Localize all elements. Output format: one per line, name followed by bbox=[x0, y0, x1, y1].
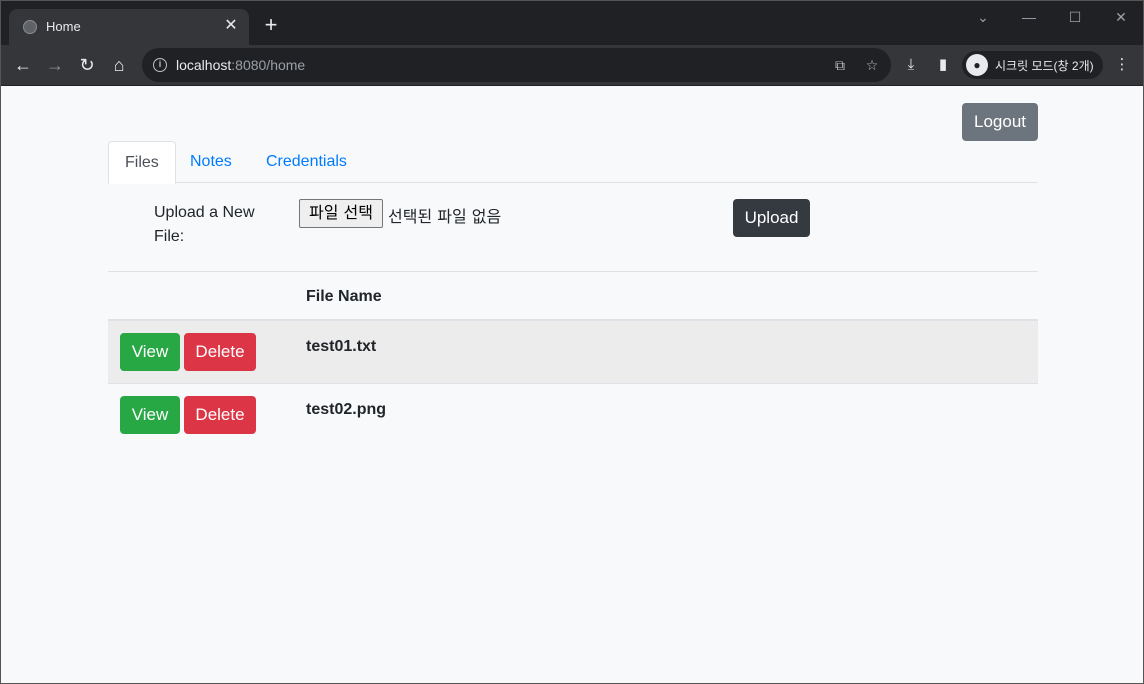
view-button[interactable]: View bbox=[120, 333, 180, 371]
info-icon[interactable]: i bbox=[153, 58, 167, 72]
nav-tabs: Files Notes Credentials bbox=[108, 141, 1038, 184]
star-icon[interactable]: ☆ bbox=[863, 56, 881, 74]
file-choose-button[interactable]: 파일 선택 bbox=[299, 199, 383, 228]
close-tab-icon[interactable]: ✕ bbox=[221, 16, 241, 36]
file-status: 선택된 파일 없음 bbox=[388, 207, 502, 226]
close-window-icon[interactable]: ✕ bbox=[1106, 7, 1136, 27]
download-icon[interactable]: ⤓ bbox=[900, 54, 922, 76]
url-host: localhost bbox=[176, 57, 232, 73]
url-path: :8080/home bbox=[231, 57, 306, 73]
new-tab-button[interactable]: + bbox=[259, 14, 283, 38]
title-bar: Home ✕ + ⌄ — ☐ ✕ bbox=[1, 1, 1143, 45]
tab-credentials[interactable]: Credentials bbox=[250, 141, 363, 183]
reload-icon[interactable]: ↻ bbox=[74, 52, 100, 78]
globe-icon bbox=[23, 20, 37, 34]
browser-window: Home ✕ + ⌄ — ☐ ✕ ← → ↻ ⌂ i localhost:808… bbox=[0, 0, 1144, 684]
sidepanel-icon[interactable]: ▮ bbox=[932, 54, 954, 76]
view-button[interactable]: View bbox=[120, 396, 180, 434]
tab-files[interactable]: Files bbox=[108, 141, 176, 184]
page-content: Logout Files Notes Credentials Upload a … bbox=[2, 87, 1143, 683]
file-name: test02.png bbox=[306, 401, 387, 418]
forward-icon[interactable]: → bbox=[42, 52, 68, 78]
delete-button[interactable]: Delete bbox=[184, 333, 256, 371]
file-name: test01.txt bbox=[306, 338, 377, 355]
delete-button[interactable]: Delete bbox=[184, 396, 256, 434]
browser-toolbar: ← → ↻ ⌂ i localhost:8080/home ⧉ ☆ ⤓ ▮ ● … bbox=[1, 45, 1143, 86]
tab-search-icon[interactable]: ⌄ bbox=[968, 7, 998, 27]
maximize-icon[interactable]: ☐ bbox=[1060, 7, 1090, 27]
address-bar[interactable]: i localhost:8080/home ⧉ ☆ bbox=[142, 48, 891, 82]
home-icon[interactable]: ⌂ bbox=[106, 52, 132, 78]
browser-tab-home[interactable]: Home ✕ bbox=[9, 9, 249, 45]
translate-icon[interactable]: ⧉ bbox=[831, 56, 849, 74]
table-row: View Delete test01.txt bbox=[108, 321, 1038, 384]
logout-button[interactable]: Logout bbox=[962, 103, 1038, 141]
upload-label: Upload a New File: bbox=[154, 204, 255, 245]
incognito-label: 시크릿 모드(창 2개) bbox=[995, 59, 1094, 73]
url-text[interactable]: localhost:8080/home bbox=[176, 57, 305, 73]
back-icon[interactable]: ← bbox=[10, 52, 36, 78]
tab-notes[interactable]: Notes bbox=[174, 141, 248, 183]
table-row: View Delete test02.png bbox=[108, 384, 1038, 447]
upload-button[interactable]: Upload bbox=[733, 199, 810, 237]
minimize-icon[interactable]: — bbox=[1014, 7, 1044, 27]
incognito-badge[interactable]: ● 시크릿 모드(창 2개) bbox=[962, 51, 1103, 79]
menu-icon[interactable]: ⋮ bbox=[1111, 54, 1133, 76]
file-name-header: File Name bbox=[306, 288, 382, 305]
incognito-icon: ● bbox=[966, 54, 988, 76]
files-table: File Name View Delete test01.txt View De… bbox=[108, 271, 1038, 447]
tab-title: Home bbox=[46, 19, 81, 34]
table-header: File Name bbox=[108, 271, 1038, 321]
